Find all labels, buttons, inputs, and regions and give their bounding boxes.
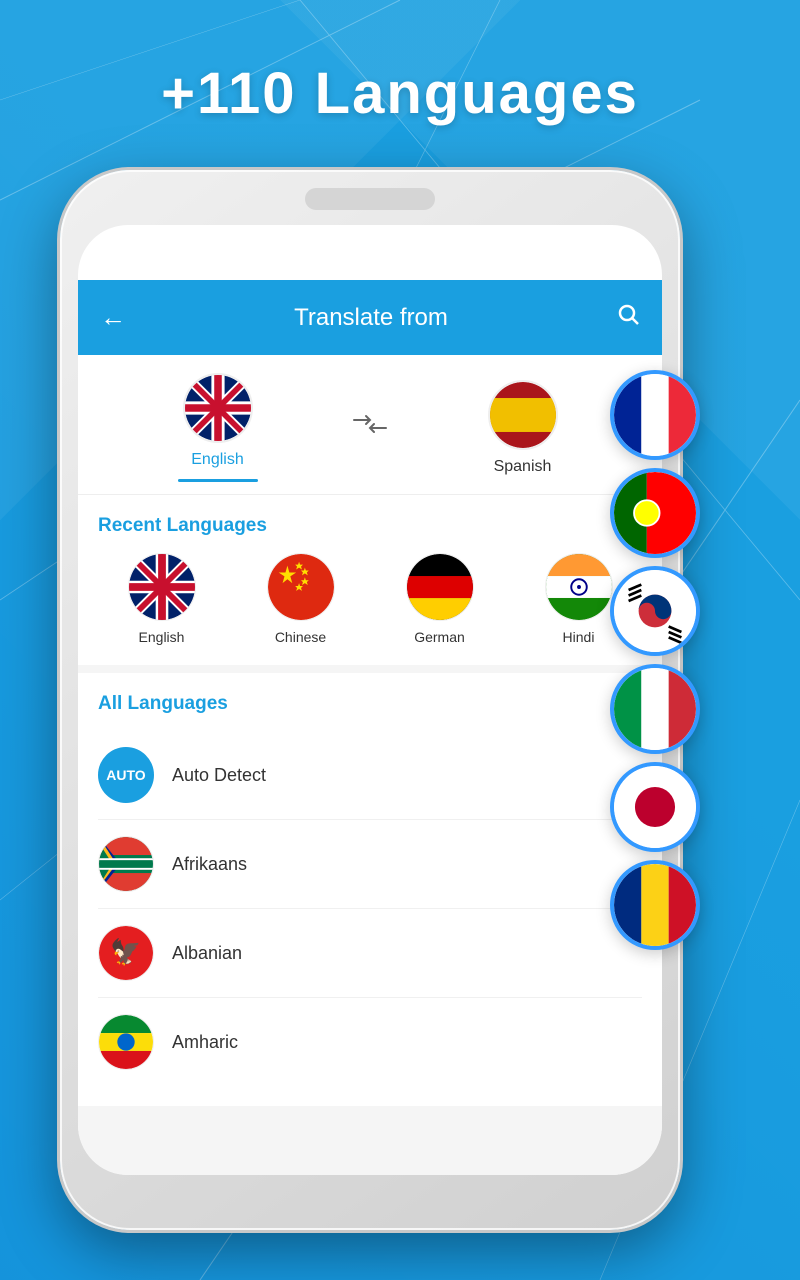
list-item-afrikaans[interactable]: Afrikaans: [98, 820, 642, 909]
from-language-name: English: [191, 451, 243, 469]
all-languages-title: All Languages: [98, 693, 642, 715]
from-language-item[interactable]: English: [98, 373, 337, 482]
header-title: Translate from: [294, 304, 448, 332]
from-language-flag: [183, 373, 253, 443]
amharic-flag: [98, 1014, 154, 1070]
chinese-flag: [267, 553, 335, 621]
floating-flags: [610, 370, 700, 950]
recent-german-name: German: [414, 629, 465, 645]
phone-notch: [305, 188, 435, 210]
active-underline: [178, 479, 258, 482]
to-language-flag: [488, 380, 558, 450]
phone-screen: ← Translate from: [78, 225, 662, 1175]
recent-languages-grid: English: [98, 553, 642, 645]
afrikaans-flag: [98, 836, 154, 892]
phone-shell: ← Translate from: [60, 170, 680, 1230]
afrikaans-name: Afrikaans: [172, 854, 247, 875]
floating-romania-flag[interactable]: [610, 860, 700, 950]
recent-english-name: English: [139, 629, 185, 645]
language-selector: English: [78, 355, 662, 495]
list-item-auto[interactable]: AUTO Auto Detect: [98, 731, 642, 820]
recent-item-chinese[interactable]: Chinese: [237, 553, 364, 645]
recent-chinese-name: Chinese: [275, 629, 326, 645]
page-title: +110 Languages: [0, 60, 800, 127]
amharic-name: Amharic: [172, 1032, 238, 1053]
floating-japan-flag[interactable]: [610, 762, 700, 852]
floating-france-flag[interactable]: [610, 370, 700, 460]
list-item-amharic[interactable]: Amharic: [98, 998, 642, 1086]
recent-item-english[interactable]: English: [98, 553, 225, 645]
list-item-albanian[interactable]: 🦅 Albanian: [98, 909, 642, 998]
back-button[interactable]: ←: [100, 302, 126, 333]
hindi-flag: [545, 553, 613, 621]
floating-italy-flag[interactable]: [610, 664, 700, 754]
recent-item-german[interactable]: German: [376, 553, 503, 645]
search-button[interactable]: [616, 302, 640, 333]
all-languages-section: All Languages AUTO Auto Detect: [78, 673, 662, 1106]
auto-detect-name: Auto Detect: [172, 765, 266, 786]
app-header: ← Translate from: [78, 280, 662, 355]
content-area: Recent Languages: [78, 495, 662, 1175]
german-flag: [406, 553, 474, 621]
auto-badge: AUTO: [98, 747, 154, 803]
albanian-flag: 🦅: [98, 925, 154, 981]
recent-languages-title: Recent Languages: [98, 515, 642, 537]
svg-text:🦅: 🦅: [110, 937, 141, 967]
language-row: English: [98, 373, 642, 494]
albanian-name: Albanian: [172, 943, 242, 964]
english-flag: [128, 553, 196, 621]
to-language-name: Spanish: [494, 458, 552, 476]
floating-korea-flag[interactable]: [610, 566, 700, 656]
swap-button[interactable]: [337, 412, 403, 443]
floating-portugal-flag[interactable]: [610, 468, 700, 558]
phone-wrapper: ← Translate from: [60, 170, 680, 1230]
recent-languages-section: Recent Languages: [78, 495, 662, 665]
recent-hindi-name: Hindi: [563, 629, 595, 645]
to-language-item[interactable]: Spanish: [403, 380, 642, 476]
